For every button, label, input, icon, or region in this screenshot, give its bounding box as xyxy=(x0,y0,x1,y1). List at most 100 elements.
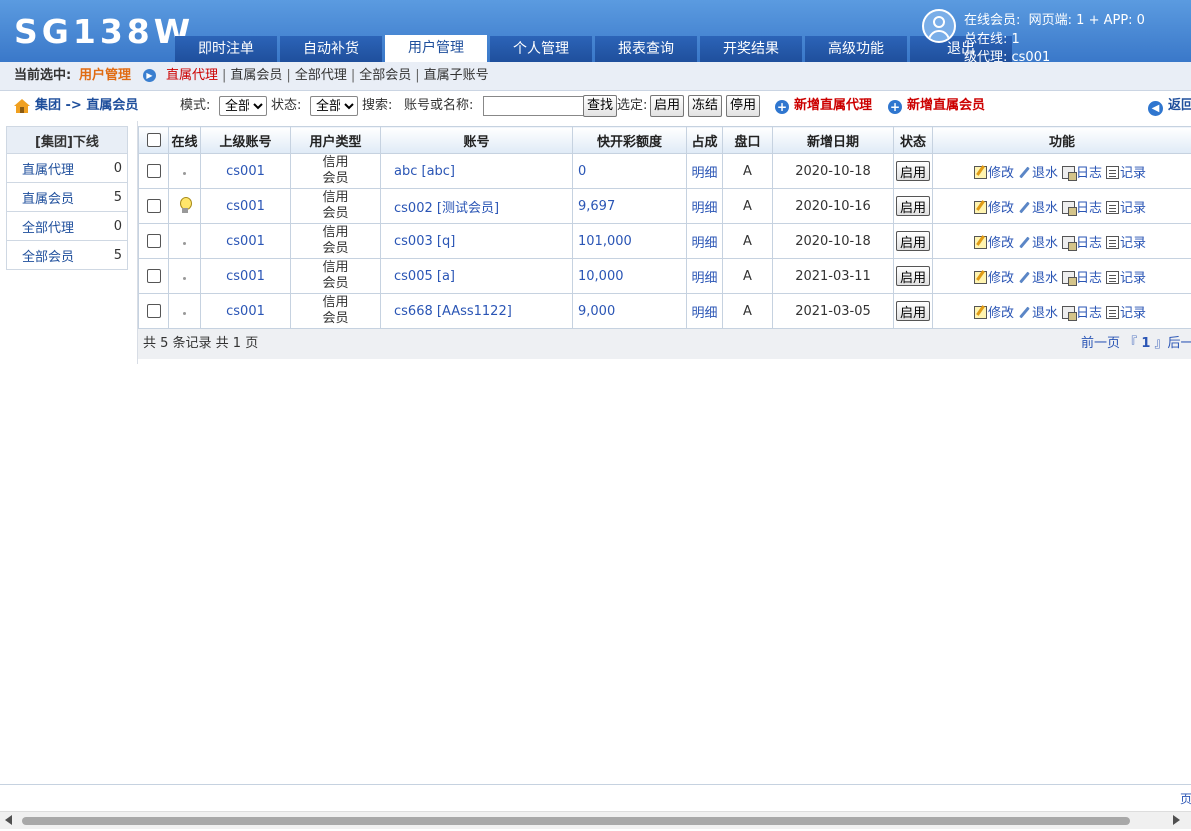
subnav-all-agents[interactable]: 全部代理 xyxy=(295,68,347,83)
col-date: 新增日期 xyxy=(772,126,894,154)
row-select-cell[interactable] xyxy=(138,223,169,259)
row-select-cell[interactable] xyxy=(138,258,169,294)
select-label: 选定: xyxy=(617,98,648,113)
scrollbar-thumb[interactable] xyxy=(22,817,1130,825)
user-avatar-icon xyxy=(922,9,956,43)
bulk-enable-button[interactable]: 启用 xyxy=(650,95,685,117)
add-direct-member-link[interactable]: + 新增直属会员 xyxy=(888,91,985,121)
subnav-direct-members[interactable]: 直属会员 xyxy=(230,68,282,83)
rebate-link[interactable]: 退水 xyxy=(1018,236,1058,251)
tab-user-management[interactable]: 用户管理 xyxy=(385,35,487,62)
status-toggle-button[interactable]: 启用 xyxy=(895,266,930,286)
account-link[interactable]: cs002 [测试会员] xyxy=(380,188,573,224)
log-link[interactable]: 日志 xyxy=(1062,270,1102,286)
next-page-link[interactable]: 后一页 xyxy=(1168,336,1191,351)
edit-link[interactable]: 修改 xyxy=(973,305,1014,321)
quick-lottery-limit[interactable]: 101,000 xyxy=(572,223,687,259)
bulk-freeze-button[interactable]: 冻结 xyxy=(688,95,723,117)
subnav-sub-accounts[interactable]: 直属子账号 xyxy=(424,68,489,83)
horizontal-scrollbar[interactable] xyxy=(0,811,1191,829)
share-detail-link[interactable]: 明细 xyxy=(686,188,723,224)
scroll-left-icon[interactable] xyxy=(5,815,12,825)
row-select-cell[interactable] xyxy=(138,293,169,329)
sidebar-item-all-members[interactable]: 全部会员 5 xyxy=(6,240,129,270)
share-detail-link[interactable]: 明细 xyxy=(686,293,723,329)
parent-account[interactable]: cs001 xyxy=(200,293,291,329)
status-toggle-button[interactable]: 启用 xyxy=(895,196,930,216)
parent-account[interactable]: cs001 xyxy=(200,223,291,259)
row-checkbox[interactable] xyxy=(146,199,161,213)
rebate-link[interactable]: 退水 xyxy=(1018,271,1058,286)
prev-page-link[interactable]: 前一页 xyxy=(1081,336,1120,351)
tab-advanced[interactable]: 高级功能 xyxy=(805,36,907,62)
account-link[interactable]: cs003 [q] xyxy=(380,223,573,259)
back-link[interactable]: ◀ 返回 xyxy=(1148,91,1191,121)
record-link[interactable]: 记录 xyxy=(1106,200,1146,216)
bulk-disable-button[interactable]: 停用 xyxy=(726,95,761,117)
breadcrumb[interactable]: 集团 -> 直属会员 xyxy=(35,91,138,121)
tab-auto-replenish[interactable]: 自动补货 xyxy=(280,36,382,62)
rebate-link[interactable]: 退水 xyxy=(1018,306,1058,321)
row-checkbox[interactable] xyxy=(146,304,161,318)
quick-lottery-limit[interactable]: 0 xyxy=(572,153,687,189)
tab-personal[interactable]: 个人管理 xyxy=(490,36,592,62)
select-all-cell[interactable] xyxy=(138,126,169,154)
sidebar-item-direct-agents[interactable]: 直属代理 0 xyxy=(6,153,129,183)
share-detail-link[interactable]: 明细 xyxy=(686,258,723,294)
row-checkbox[interactable] xyxy=(146,164,161,178)
record-link[interactable]: 记录 xyxy=(1106,270,1146,286)
tab-reports[interactable]: 报表查询 xyxy=(595,36,697,62)
status-select[interactable]: 全部 xyxy=(310,96,358,116)
add-direct-agent-link[interactable]: + 新增直属代理 xyxy=(775,91,872,121)
record-icon xyxy=(1106,305,1120,319)
col-status: 状态 xyxy=(893,126,933,154)
subnav-direct-agents[interactable]: 直属代理 xyxy=(166,68,218,83)
log-link[interactable]: 日志 xyxy=(1062,235,1102,251)
user-type-member: 会员 xyxy=(322,311,349,326)
log-link[interactable]: 日志 xyxy=(1062,200,1102,216)
status-toggle-button[interactable]: 启用 xyxy=(895,161,930,181)
quick-lottery-limit[interactable]: 10,000 xyxy=(572,258,687,294)
scroll-right-icon[interactable] xyxy=(1173,815,1180,825)
row-checkbox[interactable] xyxy=(146,234,161,248)
row-select-cell[interactable] xyxy=(138,188,169,224)
share-detail-link[interactable]: 明细 xyxy=(686,223,723,259)
mode-select[interactable]: 全部 xyxy=(219,96,267,116)
select-all-checkbox[interactable] xyxy=(146,133,161,147)
row-checkbox[interactable] xyxy=(146,269,161,283)
tab-instant-bets[interactable]: 即时注单 xyxy=(175,36,277,62)
account-link[interactable]: abc [abc] xyxy=(380,153,573,189)
share-detail-link[interactable]: 明细 xyxy=(686,153,723,189)
row-select-cell[interactable] xyxy=(138,153,169,189)
sidebar-item-direct-members[interactable]: 直属会员 5 xyxy=(6,182,129,212)
footer-divider xyxy=(0,784,1191,785)
edit-link[interactable]: 修改 xyxy=(973,235,1014,251)
status-toggle-button[interactable]: 启用 xyxy=(895,231,930,251)
quick-lottery-limit[interactable]: 9,697 xyxy=(572,188,687,224)
status-toggle-button[interactable]: 启用 xyxy=(895,301,930,321)
record-link[interactable]: 记录 xyxy=(1106,235,1146,251)
parent-account[interactable]: cs001 xyxy=(200,258,291,294)
rebate-link[interactable]: 退水 xyxy=(1018,166,1058,181)
parent-account[interactable]: cs001 xyxy=(200,188,291,224)
rebate-link[interactable]: 退水 xyxy=(1018,201,1058,216)
handicap: A xyxy=(722,293,773,329)
record-link[interactable]: 记录 xyxy=(1106,165,1146,181)
created-date: 2021-03-11 xyxy=(772,258,894,294)
log-link[interactable]: 日志 xyxy=(1062,165,1102,181)
parent-account[interactable]: cs001 xyxy=(200,153,291,189)
sidebar-item-all-agents[interactable]: 全部代理 0 xyxy=(6,211,129,241)
subnav-all-members[interactable]: 全部会员 xyxy=(359,68,411,83)
current-page[interactable]: 1 xyxy=(1141,336,1150,351)
quick-lottery-limit[interactable]: 9,000 xyxy=(572,293,687,329)
edit-link[interactable]: 修改 xyxy=(973,200,1014,216)
search-input[interactable] xyxy=(483,96,585,116)
edit-link[interactable]: 修改 xyxy=(973,165,1014,181)
log-link[interactable]: 日志 xyxy=(1062,305,1102,321)
edit-link[interactable]: 修改 xyxy=(973,270,1014,286)
search-button[interactable]: 查找 xyxy=(583,95,618,117)
account-link[interactable]: cs668 [AAss1122] xyxy=(380,293,573,329)
account-link[interactable]: cs005 [a] xyxy=(380,258,573,294)
record-link[interactable]: 记录 xyxy=(1106,305,1146,321)
tab-results[interactable]: 开奖结果 xyxy=(700,36,802,62)
